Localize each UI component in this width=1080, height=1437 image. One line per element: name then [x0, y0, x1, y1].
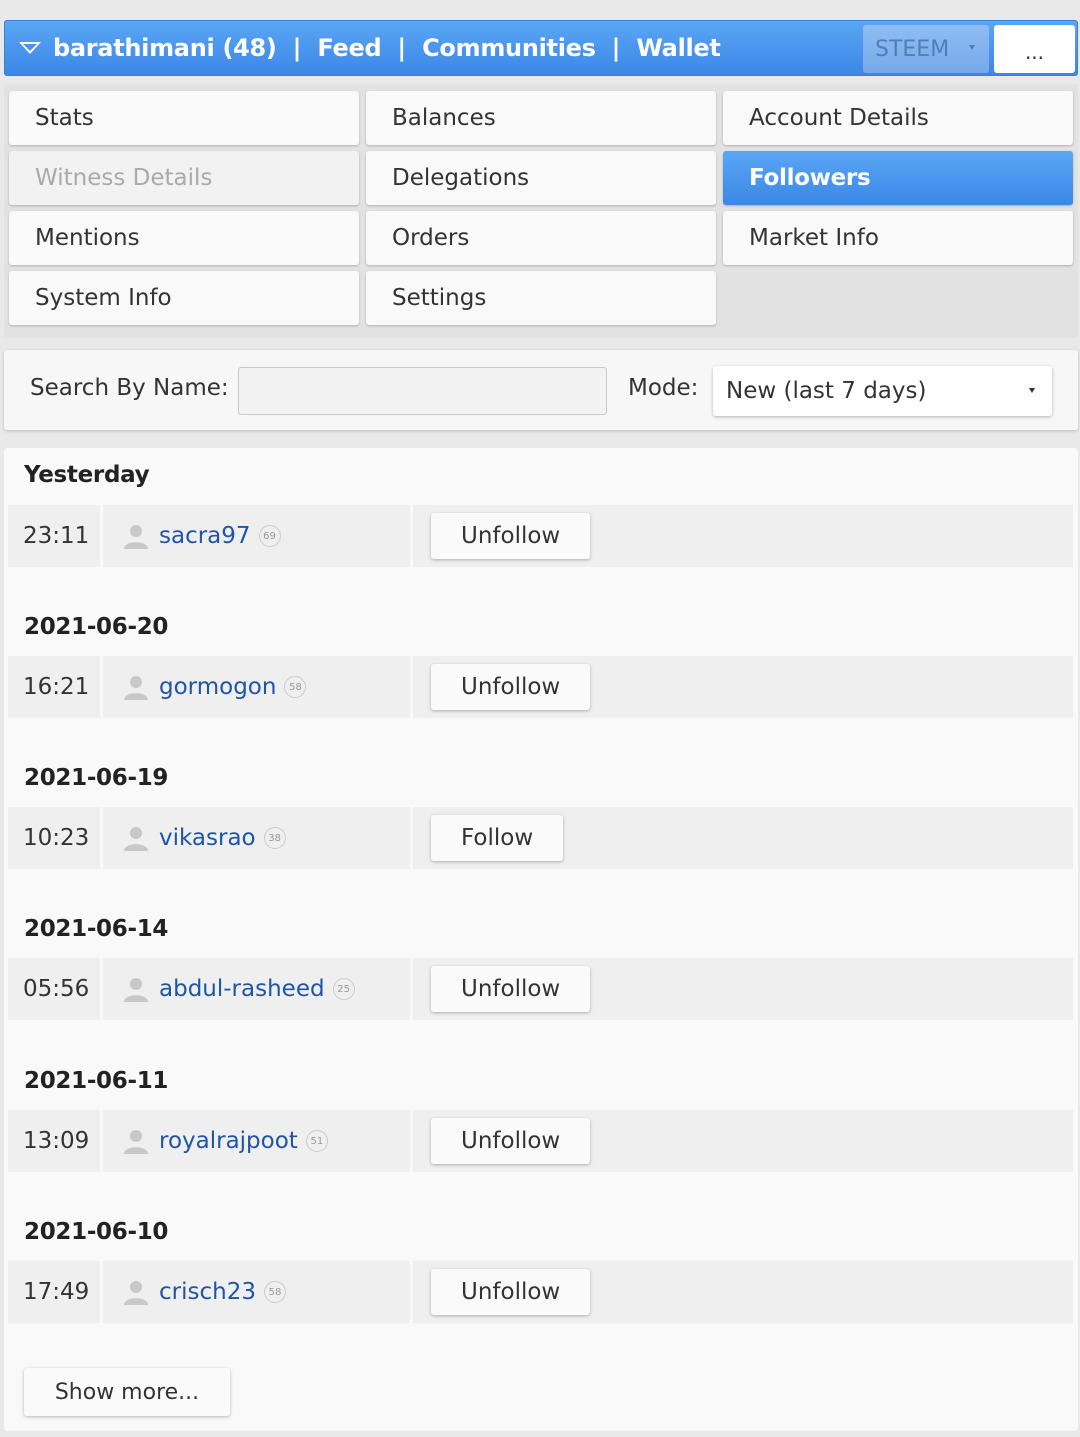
unfollow-button[interactable]: Unfollow [431, 966, 591, 1012]
unfollow-button[interactable]: Unfollow [431, 1118, 591, 1164]
follow-time: 05:56 [23, 976, 90, 1002]
reputation-badge: 25 [332, 978, 355, 1000]
menu-system-info[interactable]: System Info [9, 271, 359, 325]
search-input[interactable] [238, 367, 607, 415]
follower-action-cell: Unfollow [413, 1261, 1073, 1323]
follower-username-link[interactable]: vikasrao [159, 825, 256, 851]
follow-button[interactable]: Follow [431, 815, 564, 861]
follower-row: 13:09 royalrajpoot 51 Unfollow [8, 1110, 1073, 1172]
follow-time: 16:21 [23, 674, 90, 700]
currency-select-value: STEEM [875, 36, 950, 62]
follow-time: 10:23 [23, 825, 90, 851]
follower-username-link[interactable]: gormogon [159, 674, 276, 700]
follower-row: 10:23 vikasrao 38 Follow [8, 807, 1073, 869]
group-date-heading: 2021-06-19 [24, 765, 169, 791]
follower-user-cell: crisch23 58 [103, 1261, 410, 1323]
menu-witness-details: Witness Details [9, 151, 359, 205]
unfollow-button[interactable]: Unfollow [431, 513, 591, 559]
filter-bar: Search By Name: Mode: New (last 7 days) [4, 350, 1078, 430]
follow-time: 13:09 [23, 1128, 90, 1154]
more-menu-button[interactable]: ... [994, 25, 1075, 73]
unfollow-button[interactable]: Unfollow [431, 664, 591, 710]
follower-action-cell: Follow [413, 807, 1073, 869]
menu-market-info[interactable]: Market Info [723, 211, 1073, 265]
mode-label: Mode: [628, 375, 699, 401]
menu-followers[interactable]: Followers [723, 151, 1073, 205]
mode-select[interactable]: New (last 7 days) [713, 366, 1052, 416]
follower-row: 17:49 crisch23 58 Unfollow [8, 1261, 1073, 1323]
menu-mentions[interactable]: Mentions [9, 211, 359, 265]
show-more-button[interactable]: Show more... [24, 1368, 230, 1416]
follower-action-cell: Unfollow [413, 505, 1073, 567]
follower-user-cell: abdul-rasheed 25 [103, 958, 410, 1020]
follower-username-link[interactable]: abdul-rasheed [159, 976, 325, 1002]
menu-orders[interactable]: Orders [366, 211, 716, 265]
nav-feed-link[interactable]: Feed [317, 34, 381, 62]
section-menu: Stats Balances Account Details Witness D… [4, 84, 1078, 338]
nav-communities-link[interactable]: Communities [422, 34, 596, 62]
reputation-badge: 51 [305, 1130, 328, 1152]
reputation-badge: 38 [263, 827, 286, 849]
select-arrow-icon [1029, 388, 1035, 393]
menu-stats[interactable]: Stats [9, 91, 359, 145]
follower-action-cell: Unfollow [413, 656, 1073, 718]
follower-user-cell: royalrajpoot 51 [103, 1110, 410, 1172]
follower-username-link[interactable]: royalrajpoot [159, 1128, 298, 1154]
currency-select[interactable]: STEEM [863, 25, 989, 73]
follower-user-cell: sacra97 69 [103, 505, 410, 567]
nav-wallet-link[interactable]: Wallet [636, 34, 721, 62]
group-date-heading: 2021-06-14 [24, 916, 169, 942]
menu-account-details[interactable]: Account Details [723, 91, 1073, 145]
user-avatar-icon [122, 1127, 150, 1155]
follower-username-link[interactable]: sacra97 [159, 523, 251, 549]
nav-separator: | [292, 34, 302, 62]
mode-select-value: New (last 7 days) [726, 378, 927, 404]
menu-settings[interactable]: Settings [366, 271, 716, 325]
unfollow-button[interactable]: Unfollow [431, 1269, 591, 1315]
group-date-heading: 2021-06-11 [24, 1068, 169, 1094]
follow-time: 17:49 [23, 1279, 90, 1305]
follower-user-cell: vikasrao 38 [103, 807, 410, 869]
follower-action-cell: Unfollow [413, 958, 1073, 1020]
follower-row: 16:21 gormogon 58 Unfollow [8, 656, 1073, 718]
user-avatar-icon [122, 673, 150, 701]
menu-delegations[interactable]: Delegations [366, 151, 716, 205]
follower-username-link[interactable]: crisch23 [159, 1279, 256, 1305]
select-arrow-icon [969, 45, 975, 50]
followers-list: Show more... Yesterday 23:11 sacra97 69 Unfo… [4, 448, 1078, 1431]
account-link[interactable]: barathimani (48) [53, 34, 277, 62]
reputation-badge: 58 [263, 1281, 286, 1303]
top-nav-bar: barathimani (48) | Feed | Communities | … [4, 20, 1078, 76]
follower-row: 23:11 sacra97 69 Unfollow [8, 505, 1073, 567]
follower-user-cell: gormogon 58 [103, 656, 410, 718]
reputation-badge: 58 [284, 676, 307, 698]
user-avatar-icon [122, 1278, 150, 1306]
reputation-badge: 69 [258, 525, 281, 547]
user-avatar-icon [122, 824, 150, 852]
follower-action-cell: Unfollow [413, 1110, 1073, 1172]
search-label: Search By Name: [30, 375, 229, 401]
dropdown-caret-icon[interactable] [19, 42, 41, 54]
user-avatar-icon [122, 522, 150, 550]
follower-row: 05:56 abdul-rasheed 25 Unfollow [8, 958, 1073, 1020]
user-avatar-icon [122, 975, 150, 1003]
group-date-heading: 2021-06-10 [24, 1219, 169, 1245]
follow-time: 23:11 [23, 523, 90, 549]
group-date-heading: 2021-06-20 [24, 614, 169, 640]
menu-balances[interactable]: Balances [366, 91, 716, 145]
group-date-heading: Yesterday [24, 462, 150, 488]
nav-separator: | [397, 34, 407, 62]
nav-separator: | [611, 34, 621, 62]
